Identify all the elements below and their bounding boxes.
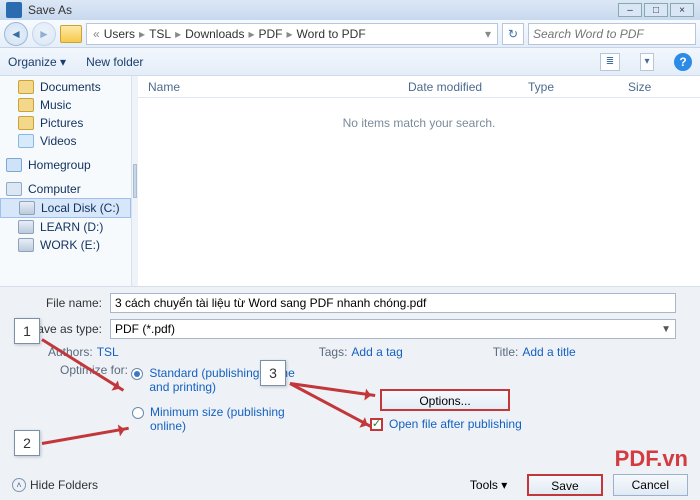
- chevron-up-icon: ˄: [12, 478, 26, 492]
- watermark: PDF.vn: [615, 446, 688, 472]
- sidebar-item-localdisk[interactable]: Local Disk (C:): [0, 198, 131, 218]
- breadcrumb-wordtopdf[interactable]: Word to PDF: [297, 27, 366, 41]
- search-box[interactable]: [528, 23, 696, 45]
- col-type[interactable]: Type: [518, 80, 618, 94]
- organize-button[interactable]: Organize ▾: [8, 55, 66, 69]
- col-date[interactable]: Date modified: [398, 80, 518, 94]
- refresh-button[interactable]: ↻: [502, 23, 524, 45]
- nav-forward-button[interactable]: ►: [32, 22, 56, 46]
- saveastype-value: PDF (*.pdf): [115, 322, 175, 336]
- view-button[interactable]: ≣: [600, 53, 620, 71]
- open-after-label: Open file after publishing: [389, 417, 522, 431]
- folder-icon: [60, 25, 82, 43]
- authors-value[interactable]: TSL: [97, 345, 119, 359]
- breadcrumb-dropdown-icon[interactable]: ▾: [485, 27, 491, 41]
- help-button[interactable]: ?: [674, 53, 692, 71]
- sidebar-item-label: Documents: [40, 80, 101, 94]
- empty-message: No items match your search.: [138, 116, 700, 130]
- cancel-button[interactable]: Cancel: [613, 474, 688, 496]
- breadcrumb-tsl[interactable]: TSL: [149, 27, 171, 41]
- options-button[interactable]: Options...: [380, 389, 510, 411]
- breadcrumb-downloads[interactable]: Downloads: [185, 27, 244, 41]
- view-dropdown[interactable]: ▾: [640, 53, 654, 71]
- radio-minimum[interactable]: [132, 407, 144, 419]
- open-after-checkbox-row: ✓ Open file after publishing: [370, 417, 522, 431]
- callout-2: 2: [14, 430, 40, 456]
- app-icon: [6, 2, 22, 18]
- column-headers: Name Date modified Type Size: [138, 76, 700, 98]
- sidebar-item-label: Music: [40, 98, 71, 112]
- callout-1: 1: [14, 318, 40, 344]
- sidebar-item-work[interactable]: WORK (E:): [0, 236, 131, 254]
- filename-input[interactable]: [110, 293, 676, 313]
- radio-minimum-label: Minimum size (publishing online): [150, 405, 300, 433]
- computer-icon: [6, 182, 22, 196]
- sidebar-item-label: LEARN (D:): [40, 220, 103, 234]
- homegroup-icon: [6, 158, 22, 172]
- saveastype-combo[interactable]: PDF (*.pdf) ▼: [110, 319, 676, 339]
- radio-standard[interactable]: [131, 368, 143, 380]
- sidebar-item-documents[interactable]: Documents: [0, 78, 131, 96]
- sidebar-item-label: Pictures: [40, 116, 83, 130]
- col-name[interactable]: Name: [138, 80, 398, 94]
- window-title: Save As: [28, 3, 618, 17]
- window-titlebar: Save As – □ ×: [0, 0, 700, 20]
- sidebar-item-pictures[interactable]: Pictures: [0, 114, 131, 132]
- minimize-button[interactable]: –: [618, 3, 642, 17]
- maximize-button[interactable]: □: [644, 3, 668, 17]
- titlemeta-value[interactable]: Add a title: [522, 345, 575, 359]
- sidebar-item-homegroup[interactable]: Homegroup: [0, 156, 131, 174]
- breadcrumb-pdf[interactable]: PDF: [259, 27, 283, 41]
- sidebar-item-label: WORK (E:): [40, 238, 100, 252]
- videos-icon: [18, 134, 34, 148]
- close-button[interactable]: ×: [670, 3, 694, 17]
- drive-icon: [19, 201, 35, 215]
- callout-3: 3: [260, 360, 286, 386]
- drive-icon: [18, 220, 34, 234]
- sidebar-item-label: Computer: [28, 182, 81, 196]
- hide-folders-label: Hide Folders: [30, 478, 98, 492]
- col-size[interactable]: Size: [618, 80, 661, 94]
- hide-folders-button[interactable]: ˄ Hide Folders: [12, 478, 98, 492]
- tags-label: Tags:: [319, 345, 348, 359]
- search-input[interactable]: [533, 27, 691, 41]
- sidebar-item-music[interactable]: Music: [0, 96, 131, 114]
- sidebar-item-label: Homegroup: [28, 158, 91, 172]
- breadcrumb-overflow[interactable]: «: [93, 27, 100, 41]
- sidebar-item-computer[interactable]: Computer: [0, 180, 131, 198]
- file-pane: Name Date modified Type Size No items ma…: [138, 76, 700, 286]
- sidebar-item-learn[interactable]: LEARN (D:): [0, 218, 131, 236]
- breadcrumb-users[interactable]: Users: [104, 27, 135, 41]
- sidebar-item-videos[interactable]: Videos: [0, 132, 131, 150]
- documents-icon: [18, 80, 34, 94]
- filename-label: File name:: [10, 296, 110, 310]
- dialog-footer: ˄ Hide Folders Tools ▾ Save Cancel: [0, 474, 700, 496]
- breadcrumb-bar[interactable]: « Users▸ TSL▸ Downloads▸ PDF▸ Word to PD…: [86, 23, 498, 45]
- tags-value[interactable]: Add a tag: [351, 345, 402, 359]
- music-icon: [18, 98, 34, 112]
- gripper-icon: [133, 164, 137, 198]
- chevron-down-icon: ▼: [661, 324, 671, 335]
- pictures-icon: [18, 116, 34, 130]
- nav-bar: ◄ ► « Users▸ TSL▸ Downloads▸ PDF▸ Word t…: [0, 20, 700, 48]
- tools-dropdown[interactable]: Tools ▾: [470, 478, 507, 492]
- save-button[interactable]: Save: [527, 474, 602, 496]
- sidebar-item-label: Videos: [40, 134, 76, 148]
- metadata-row: Authors:TSL Tags:Add a tag Title:Add a t…: [48, 345, 690, 359]
- toolbar: Organize ▾ New folder ≣ ▾ ?: [0, 48, 700, 76]
- nav-back-button[interactable]: ◄: [4, 22, 28, 46]
- drive-icon: [18, 238, 34, 252]
- titlemeta-label: Title:: [493, 345, 519, 359]
- sidebar-item-label: Local Disk (C:): [41, 201, 120, 215]
- nav-sidebar: Documents Music Pictures Videos Homegrou…: [0, 76, 132, 286]
- new-folder-button[interactable]: New folder: [86, 55, 143, 69]
